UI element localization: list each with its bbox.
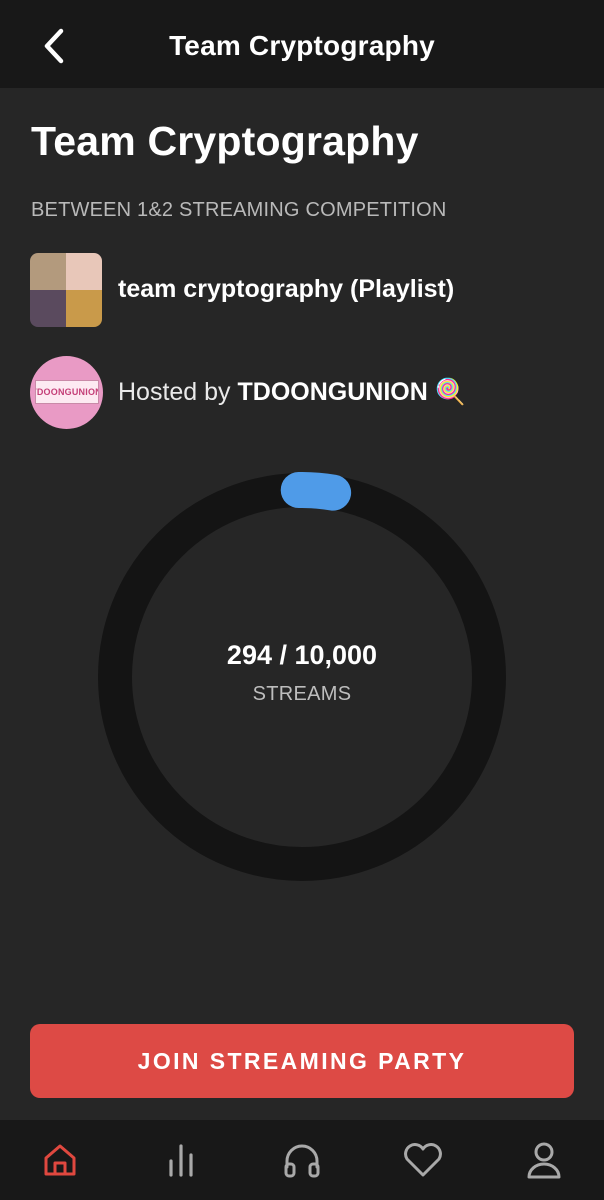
host-name[interactable]: TDOONGUNION <box>238 378 428 406</box>
nav-home[interactable] <box>20 1120 100 1200</box>
playlist-cover-image <box>30 252 102 327</box>
host-avatar-logo: TDOONGUNION <box>34 380 99 404</box>
playlist-link[interactable]: team cryptography (Playlist) <box>30 252 570 327</box>
page-title: Team Cryptography <box>31 118 419 164</box>
lollipop-icon: 🍭 <box>434 377 466 406</box>
competition-subtitle: BETWEEN 1&2 STREAMING COMPETITION <box>31 199 447 221</box>
heart-icon <box>403 1143 442 1177</box>
profile-icon <box>527 1142 561 1179</box>
header-title: Team Cryptography <box>169 30 435 61</box>
stream-count: 294 / 10,000 <box>226 640 378 670</box>
nav-favorites[interactable] <box>383 1120 463 1200</box>
host-avatar[interactable]: TDOONGUNION <box>30 355 103 429</box>
nav-listen[interactable] <box>262 1120 342 1200</box>
host-row: TDOONGUNION Hosted by TDOONGUNION 🍭 <box>30 355 570 429</box>
host-text: Hosted by TDOONGUNION 🍭 <box>118 378 466 407</box>
headphones-icon <box>284 1144 320 1178</box>
bottom-nav <box>0 1120 604 1200</box>
nav-charts[interactable] <box>141 1120 221 1200</box>
hosted-by-label: Hosted by <box>118 377 238 406</box>
home-icon <box>44 1144 76 1176</box>
stream-progress-ring: 294 / 10,000 STREAMS <box>97 472 507 882</box>
nav-profile[interactable] <box>504 1120 584 1200</box>
progress-arc <box>280 472 352 511</box>
join-streaming-party-button[interactable]: JOIN STREAMING PARTY <box>30 1024 574 1098</box>
progress-readout: 294 / 10,000 STREAMS <box>97 640 507 706</box>
playlist-label: team cryptography (Playlist) <box>118 275 455 303</box>
top-bar: Team Cryptography <box>0 0 604 88</box>
chart-bars-icon <box>169 1144 193 1177</box>
stream-unit-label: STREAMS <box>252 683 352 705</box>
